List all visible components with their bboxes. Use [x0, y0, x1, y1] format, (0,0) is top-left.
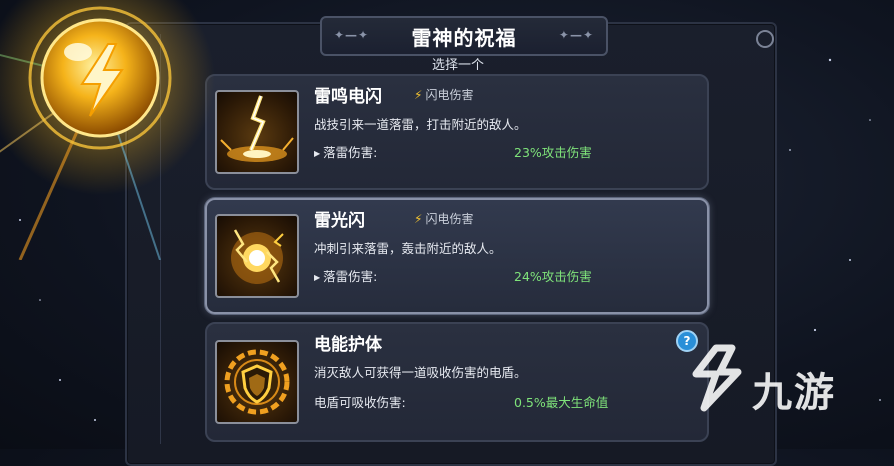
stat-label-text: 落雷伤害:: [323, 269, 378, 284]
title-bar: ✦—✦ 雷神的祝福 ✦—✦: [320, 16, 608, 56]
bolt-icon: ⚡: [414, 212, 423, 226]
page-title: 雷神的祝福: [411, 25, 517, 50]
damage-type-tag: ⚡ 闪电伤害: [414, 210, 473, 227]
stat-value: 23%攻击伤害: [514, 145, 592, 160]
stat-row-label: ▶ 落雷伤害:: [314, 266, 377, 285]
gear-icon: [756, 30, 774, 48]
card-description: 消灭敌人可获得一道吸收伤害的电盾。: [314, 365, 527, 380]
stat-value: 24%攻击伤害: [514, 269, 592, 284]
lightning-orb-icon: [215, 214, 299, 298]
panel-rail: [160, 34, 161, 444]
lightning-strike-icon: [215, 90, 299, 174]
triangle-icon: ▶: [314, 273, 321, 282]
lightning-shield-icon: [215, 340, 299, 424]
boon-card-energy-shield[interactable]: 电能护体 消灭敌人可获得一道吸收伤害的电盾。 电盾可吸收伤害: 0.5%最大生命…: [205, 322, 709, 442]
bolt-icon: ⚡: [414, 88, 423, 102]
triangle-icon: ▶: [314, 149, 321, 158]
stat-row-label: 电盾可吸收伤害:: [314, 392, 406, 411]
damage-type-label: 闪电伤害: [425, 212, 474, 226]
damage-type-tag: ⚡ 闪电伤害: [414, 86, 473, 103]
card-name: 雷光闪: [314, 211, 365, 231]
card-description: 战技引来一道落雷，打击附近的敌人。: [314, 117, 527, 132]
card-name: 雷鸣电闪: [314, 87, 382, 107]
watermark-text: 九游: [752, 370, 836, 416]
title-ornament-right-icon: ✦—✦: [558, 28, 594, 42]
subtitle: 选择一个: [431, 58, 484, 73]
stat-value: 0.5%最大生命值: [514, 395, 609, 410]
card-name: 电能护体: [314, 335, 382, 355]
stat-label-text: 电盾可吸收伤害:: [314, 395, 406, 410]
stat-label-text: 落雷伤害:: [323, 145, 378, 160]
title-ornament-left-icon: ✦—✦: [334, 28, 370, 42]
card-description: 冲刺引来落雷，轰击附近的敌人。: [314, 241, 502, 256]
damage-type-label: 闪电伤害: [425, 88, 474, 102]
stat-row-label: ▶ 落雷伤害:: [314, 142, 377, 161]
watermark-logo-icon: [692, 344, 742, 412]
boon-card-thunder-flash[interactable]: 雷光闪 ⚡ 闪电伤害 冲刺引来落雷，轰击附近的敌人。 ▶ 落雷伤害: 24%攻击伤害: [205, 198, 709, 314]
boon-card-thunderclap[interactable]: 雷鸣电闪 ⚡ 闪电伤害 战技引来一道落雷，打击附近的敌人。 ▶ 落雷伤害: 23%攻…: [205, 74, 709, 190]
